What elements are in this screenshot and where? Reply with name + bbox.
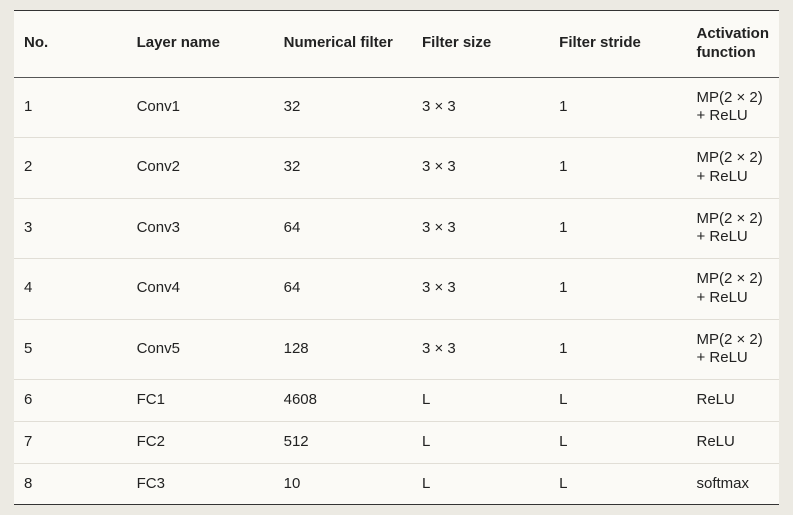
table-row: 1 Conv1 32 3 × 3 1 MP(2 × 2) + ReLU (14, 77, 779, 138)
header-numerical-filter: Numerical filter (274, 11, 412, 78)
table-row: 5 Conv5 128 3 × 3 1 MP(2 × 2) + ReLU (14, 319, 779, 380)
cell-stride: 1 (549, 198, 686, 259)
header-row: No. Layer name Numerical filter Filter s… (14, 11, 779, 78)
cell-layer: Conv2 (127, 138, 274, 199)
cell-stride: 1 (549, 77, 686, 138)
cell-act: ReLU (686, 421, 779, 463)
cell-layer: Conv5 (127, 319, 274, 380)
cell-numf: 128 (274, 319, 412, 380)
table-row: 8 FC3 10 L L softmax (14, 463, 779, 505)
cell-numf: 10 (274, 463, 412, 505)
cell-layer: Conv3 (127, 198, 274, 259)
cell-numf: 32 (274, 138, 412, 199)
table-row: 2 Conv2 32 3 × 3 1 MP(2 × 2) + ReLU (14, 138, 779, 199)
table-container: No. Layer name Numerical filter Filter s… (0, 0, 793, 515)
cell-no: 6 (14, 380, 127, 422)
cell-fsize: L (412, 421, 549, 463)
header-activation: Activation function (686, 11, 779, 78)
cell-stride: L (549, 380, 686, 422)
cell-fsize: L (412, 380, 549, 422)
cell-fsize: 3 × 3 (412, 198, 549, 259)
cell-act: MP(2 × 2) + ReLU (686, 259, 779, 320)
cell-act: ReLU (686, 380, 779, 422)
table-header: No. Layer name Numerical filter Filter s… (14, 11, 779, 78)
cell-layer: FC2 (127, 421, 274, 463)
cell-numf: 64 (274, 198, 412, 259)
architecture-table: No. Layer name Numerical filter Filter s… (14, 10, 779, 505)
cell-fsize: 3 × 3 (412, 319, 549, 380)
cell-no: 7 (14, 421, 127, 463)
cell-stride: 1 (549, 138, 686, 199)
table-row: 4 Conv4 64 3 × 3 1 MP(2 × 2) + ReLU (14, 259, 779, 320)
cell-fsize: 3 × 3 (412, 77, 549, 138)
cell-no: 2 (14, 138, 127, 199)
cell-layer: FC1 (127, 380, 274, 422)
table-body: 1 Conv1 32 3 × 3 1 MP(2 × 2) + ReLU 2 Co… (14, 77, 779, 505)
cell-layer: Conv1 (127, 77, 274, 138)
table-row: 6 FC1 4608 L L ReLU (14, 380, 779, 422)
cell-stride: L (549, 421, 686, 463)
cell-layer: FC3 (127, 463, 274, 505)
cell-act: MP(2 × 2) + ReLU (686, 319, 779, 380)
cell-act: softmax (686, 463, 779, 505)
cell-numf: 4608 (274, 380, 412, 422)
cell-fsize: 3 × 3 (412, 259, 549, 320)
header-no: No. (14, 11, 127, 78)
cell-fsize: L (412, 463, 549, 505)
cell-stride: 1 (549, 319, 686, 380)
cell-stride: 1 (549, 259, 686, 320)
table-row: 3 Conv3 64 3 × 3 1 MP(2 × 2) + ReLU (14, 198, 779, 259)
header-layer-name: Layer name (127, 11, 274, 78)
cell-act: MP(2 × 2) + ReLU (686, 138, 779, 199)
cell-no: 5 (14, 319, 127, 380)
cell-act: MP(2 × 2) + ReLU (686, 77, 779, 138)
header-filter-stride: Filter stride (549, 11, 686, 78)
cell-fsize: 3 × 3 (412, 138, 549, 199)
cell-no: 1 (14, 77, 127, 138)
cell-numf: 64 (274, 259, 412, 320)
cell-numf: 32 (274, 77, 412, 138)
cell-act: MP(2 × 2) + ReLU (686, 198, 779, 259)
cell-layer: Conv4 (127, 259, 274, 320)
header-filter-size: Filter size (412, 11, 549, 78)
cell-no: 4 (14, 259, 127, 320)
table-row: 7 FC2 512 L L ReLU (14, 421, 779, 463)
cell-no: 3 (14, 198, 127, 259)
cell-stride: L (549, 463, 686, 505)
cell-numf: 512 (274, 421, 412, 463)
cell-no: 8 (14, 463, 127, 505)
